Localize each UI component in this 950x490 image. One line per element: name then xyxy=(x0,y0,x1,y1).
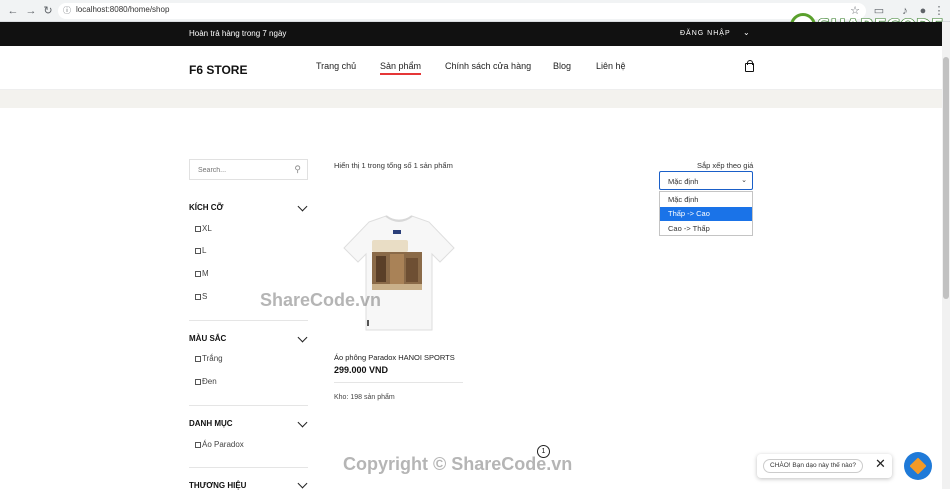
watermark-copyright: Copyright © ShareCode.vn xyxy=(343,454,573,474)
chevron-down-icon[interactable] xyxy=(297,332,308,343)
brand-logo[interactable]: F6 STORE xyxy=(189,63,247,77)
option-label: Trắng xyxy=(202,354,223,363)
color-filter-title[interactable]: MÀU SẮC xyxy=(189,334,226,343)
option-label: L xyxy=(202,246,207,255)
checkbox[interactable] xyxy=(195,441,201,448)
checkbox[interactable] xyxy=(195,247,201,254)
sort-select[interactable]: Mặc định ⌄ xyxy=(659,171,753,190)
sort-selected-value: Mặc định xyxy=(668,177,699,186)
option-label: M xyxy=(202,269,209,278)
chat-button[interactable] xyxy=(904,452,932,480)
chevron-down-icon[interactable] xyxy=(297,417,308,428)
sort-option-low-high[interactable]: Thấp -> Cao xyxy=(660,207,752,221)
login-link[interactable]: ĐĂNG NHẬP xyxy=(680,30,731,37)
checkbox[interactable] xyxy=(195,225,201,232)
size-option-m[interactable]: M xyxy=(195,269,209,278)
sort-option-default[interactable]: Mặc định xyxy=(660,193,752,207)
checkbox[interactable] xyxy=(195,293,201,300)
color-option-white[interactable]: Trắng xyxy=(195,354,223,363)
forward-icon[interactable]: → xyxy=(24,4,38,18)
category-option-paradox[interactable]: Áo Paradox xyxy=(195,440,244,449)
back-icon[interactable]: ← xyxy=(6,4,20,18)
nav-home[interactable]: Trang chủ xyxy=(316,61,356,71)
option-label: S xyxy=(202,292,208,301)
top-bar: Hoàn trả hàng trong 7 ngày ĐĂNG NHẬP ⌄ xyxy=(0,22,950,46)
chevron-down-icon[interactable] xyxy=(297,478,308,489)
nav-products[interactable]: Sản phẩm xyxy=(380,61,422,75)
product-stock: Kho: 198 sản phẩm xyxy=(334,394,395,401)
watermark-center: ShareCode.vn xyxy=(260,290,382,310)
nav-blog[interactable]: Blog xyxy=(553,61,571,71)
sort-label: Sắp xếp theo giá xyxy=(697,161,754,170)
breadcrumb-band xyxy=(0,90,950,108)
option-label: Áo Paradox xyxy=(202,440,244,449)
divider xyxy=(189,405,308,406)
size-option-l[interactable]: L xyxy=(195,246,206,255)
size-option-s[interactable]: S xyxy=(195,292,207,301)
checkbox[interactable] xyxy=(195,378,201,385)
search-input[interactable] xyxy=(198,164,288,176)
site-header: F6 STORE Trang chủ Sản phẩm Chính sách c… xyxy=(0,46,950,90)
divider xyxy=(189,467,308,468)
divider xyxy=(189,320,308,321)
checkbox[interactable] xyxy=(195,270,201,277)
scrollbar-thumb[interactable] xyxy=(943,57,949,299)
product-name[interactable]: Áo phông Paradox HANOI SPORTS xyxy=(334,353,455,362)
chevron-down-icon: ⌄ xyxy=(741,177,747,184)
size-filter-title[interactable]: KÍCH CỠ xyxy=(189,203,223,212)
search-icon[interactable]: ⚲ xyxy=(294,164,301,175)
nav-policy[interactable]: Chính sách cửa hàng xyxy=(445,61,531,71)
chevron-down-icon[interactable]: ⌄ xyxy=(743,28,750,37)
product-image[interactable] xyxy=(336,208,462,338)
option-label: Đen xyxy=(202,377,217,386)
search-box: ⚲ xyxy=(189,159,308,180)
shopping-bag-icon[interactable] xyxy=(745,60,754,72)
sort-dropdown: Mặc định Thấp -> Cao Cao -> Thấp xyxy=(659,191,753,236)
category-filter-title[interactable]: DANH MỤC xyxy=(189,419,233,428)
address-bar[interactable]: ⓘ localhost:8080/home/shop xyxy=(58,3,866,19)
chat-greeting[interactable]: CHÀO! Bạn dạo này thế nào? xyxy=(763,459,864,473)
color-option-black[interactable]: Đen xyxy=(195,377,217,386)
size-option-xl[interactable]: XL xyxy=(195,224,212,233)
chevron-down-icon[interactable] xyxy=(297,201,308,212)
close-icon[interactable]: ✕ xyxy=(875,456,886,472)
chat-popup: CHÀO! Bạn dạo này thế nào? ✕ xyxy=(757,454,892,478)
url-text: localhost:8080/home/shop xyxy=(76,5,170,14)
divider xyxy=(334,382,463,383)
site-info-icon[interactable]: ⓘ xyxy=(63,5,71,16)
promo-text: Hoàn trả hàng trong 7 ngày xyxy=(189,29,287,38)
option-label: XL xyxy=(202,224,212,233)
reload-icon[interactable]: ↻ xyxy=(41,4,55,18)
result-count: Hiển thị 1 trong tổng số 1 sản phẩm xyxy=(334,161,453,170)
sort-option-high-low[interactable]: Cao -> Thấp xyxy=(660,222,752,236)
checkbox[interactable] xyxy=(195,355,201,362)
nav-contact[interactable]: Liên hệ xyxy=(596,61,626,71)
product-price: 299.000 VND xyxy=(334,365,389,375)
